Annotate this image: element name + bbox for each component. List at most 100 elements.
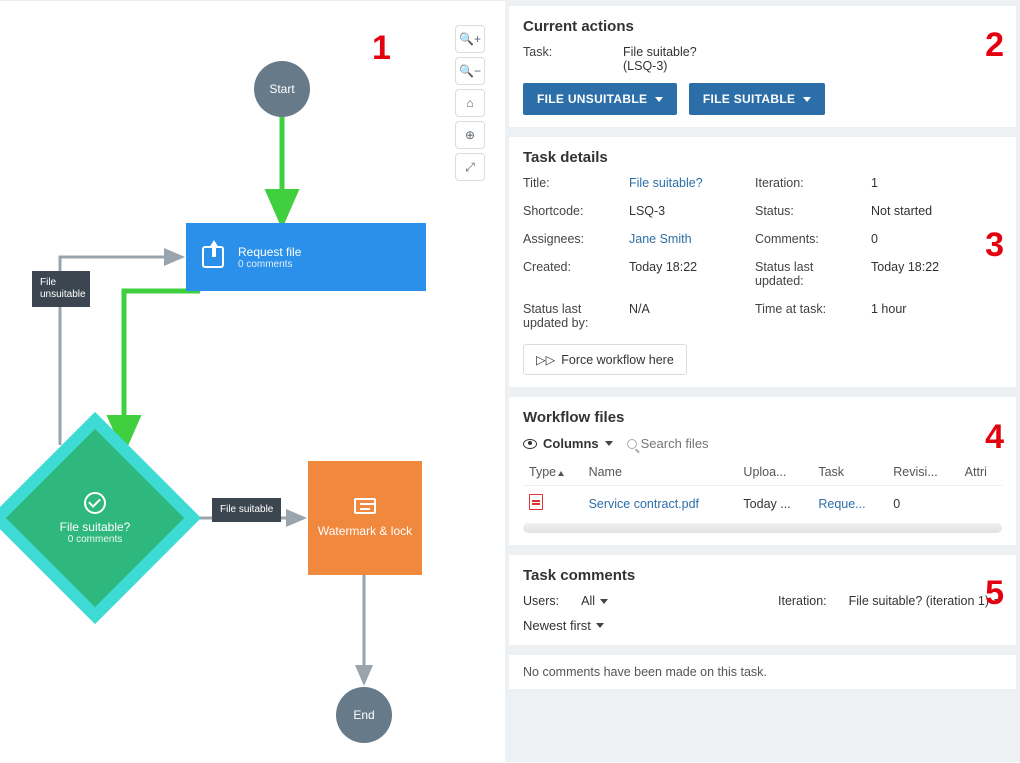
label-status: Status:: [755, 204, 865, 218]
annotation-1: 1: [372, 29, 391, 68]
col-attr[interactable]: Attri: [959, 457, 1002, 486]
file-suitable-label: FILE SUITABLE: [703, 92, 795, 106]
check-icon: [84, 492, 106, 514]
current-actions-heading: Current actions: [523, 18, 1002, 35]
table-row[interactable]: Service contract.pdf Today ... Reque... …: [523, 486, 1002, 522]
node-decision-label: File suitable?: [60, 520, 131, 534]
col-task[interactable]: Task: [812, 457, 887, 486]
chevron-down-icon: [596, 623, 604, 628]
node-request-label: Request file: [238, 245, 301, 259]
file-task-link[interactable]: Reque...: [812, 486, 887, 522]
annotation-4: 4: [985, 418, 1004, 457]
search-icon: [627, 439, 637, 449]
col-name[interactable]: Name: [583, 457, 738, 486]
file-unsuitable-label: FILE UNSUITABLE: [537, 92, 647, 106]
force-workflow-label: Force workflow here: [561, 353, 674, 367]
value-iteration: 1: [871, 176, 1002, 190]
label-status-updated: Status last updated:: [755, 260, 865, 288]
label-iteration: Iteration:: [755, 176, 865, 190]
columns-dropdown[interactable]: Columns: [523, 436, 613, 451]
connectors: [0, 1, 505, 763]
label-assignees: Assignees:: [523, 232, 623, 246]
node-request-sub: 0 comments: [238, 259, 301, 270]
file-uploaded: Today ...: [737, 486, 812, 522]
fast-forward-icon: ▷▷: [536, 352, 555, 367]
document-icon: [354, 498, 376, 514]
iteration-filter-dropdown[interactable]: File suitable? (iteration 1): [849, 594, 1002, 608]
value-assignees[interactable]: Jane Smith: [629, 232, 749, 246]
task-label: Task:: [523, 45, 623, 73]
zoom-in-icon: 🔍+: [459, 32, 481, 46]
annotation-2: 2: [985, 26, 1004, 65]
task-code: (LSQ-3): [623, 59, 697, 73]
file-revision: 0: [887, 486, 958, 522]
users-label: Users:: [523, 594, 559, 608]
iteration-label: Iteration:: [778, 594, 827, 608]
node-file-suitable-decision[interactable]: File suitable? 0 comments: [20, 443, 170, 593]
col-uploaded[interactable]: Uploa...: [737, 457, 812, 486]
horizontal-scrollbar[interactable]: [523, 523, 1002, 533]
zoom-toolbar: 🔍+ 🔍− ⌂ ⊕ ⤢: [455, 25, 485, 181]
file-unsuitable-button[interactable]: FILE UNSUITABLE: [523, 83, 677, 115]
node-end-label: End: [353, 708, 374, 722]
node-watermark-lock[interactable]: Watermark & lock: [308, 461, 422, 575]
task-details-panel: Task details Title: File suitable? Itera…: [509, 137, 1016, 387]
task-details-heading: Task details: [523, 149, 1002, 166]
node-decision-sub: 0 comments: [68, 534, 122, 545]
task-comments-panel: Task comments Users: All Iteration: File…: [509, 555, 1016, 645]
search-files[interactable]: [627, 436, 761, 451]
file-name-link[interactable]: Service contract.pdf: [583, 486, 738, 522]
zoom-out-button[interactable]: 🔍−: [455, 57, 485, 85]
label-time-at-task: Time at task:: [755, 302, 865, 330]
value-shortcode: LSQ-3: [629, 204, 749, 218]
sort-asc-icon: [558, 471, 564, 476]
node-start-label: Start: [269, 82, 294, 96]
node-request-file[interactable]: Request file 0 comments: [186, 223, 426, 291]
force-workflow-button[interactable]: ▷▷ Force workflow here: [523, 344, 687, 375]
value-created: Today 18:22: [629, 260, 749, 288]
workflow-files-heading: Workflow files: [523, 409, 1002, 426]
annotation-3: 3: [985, 226, 1004, 265]
chevron-down-icon: [605, 441, 613, 446]
label-created: Created:: [523, 260, 623, 288]
node-watermark-label: Watermark & lock: [318, 524, 412, 538]
edge-label-unsuitable: File unsuitable: [32, 271, 90, 307]
label-comments: Comments:: [755, 232, 865, 246]
chevron-down-icon: [803, 97, 811, 102]
chevron-down-icon: [655, 97, 663, 102]
details-pane: Current actions Task: File suitable? (LS…: [505, 0, 1020, 762]
value-title[interactable]: File suitable?: [629, 176, 749, 190]
home-icon: ⌂: [466, 96, 473, 110]
label-status-by: Status last updated by:: [523, 302, 623, 330]
pdf-icon: [529, 494, 543, 510]
task-comments-heading: Task comments: [523, 567, 1002, 584]
users-filter-dropdown[interactable]: All: [581, 594, 608, 608]
node-start[interactable]: Start: [254, 61, 310, 117]
value-status: Not started: [871, 204, 1002, 218]
zoom-in-button[interactable]: 🔍+: [455, 25, 485, 53]
zoom-center-button[interactable]: ⊕: [455, 121, 485, 149]
workflow-files-panel: Workflow files Columns Type Name: [509, 397, 1016, 545]
node-end[interactable]: End: [336, 687, 392, 743]
columns-label: Columns: [543, 436, 599, 451]
search-input[interactable]: [641, 436, 761, 451]
workflow-canvas[interactable]: Start Request file 0 comments File suita…: [0, 0, 505, 762]
zoom-home-button[interactable]: ⌂: [455, 89, 485, 117]
label-shortcode: Shortcode:: [523, 204, 623, 218]
target-icon: ⊕: [465, 128, 475, 142]
sort-value: Newest first: [523, 618, 591, 633]
value-status-updated: Today 18:22: [871, 260, 1002, 288]
sort-dropdown[interactable]: Newest first: [523, 618, 604, 633]
no-comments-message: No comments have been made on this task.: [509, 655, 1016, 689]
col-revision[interactable]: Revisi...: [887, 457, 958, 486]
current-actions-panel: Current actions Task: File suitable? (LS…: [509, 6, 1016, 127]
task-name: File suitable?: [623, 45, 697, 59]
value-time-at-task: 1 hour: [871, 302, 1002, 330]
eye-icon: [523, 439, 537, 449]
users-filter-value: All: [581, 594, 595, 608]
file-suitable-button[interactable]: FILE SUITABLE: [689, 83, 825, 115]
zoom-fit-button[interactable]: ⤢: [455, 153, 485, 181]
value-status-by: N/A: [629, 302, 749, 330]
zoom-out-icon: 🔍−: [459, 64, 481, 78]
col-type[interactable]: Type: [523, 457, 583, 486]
